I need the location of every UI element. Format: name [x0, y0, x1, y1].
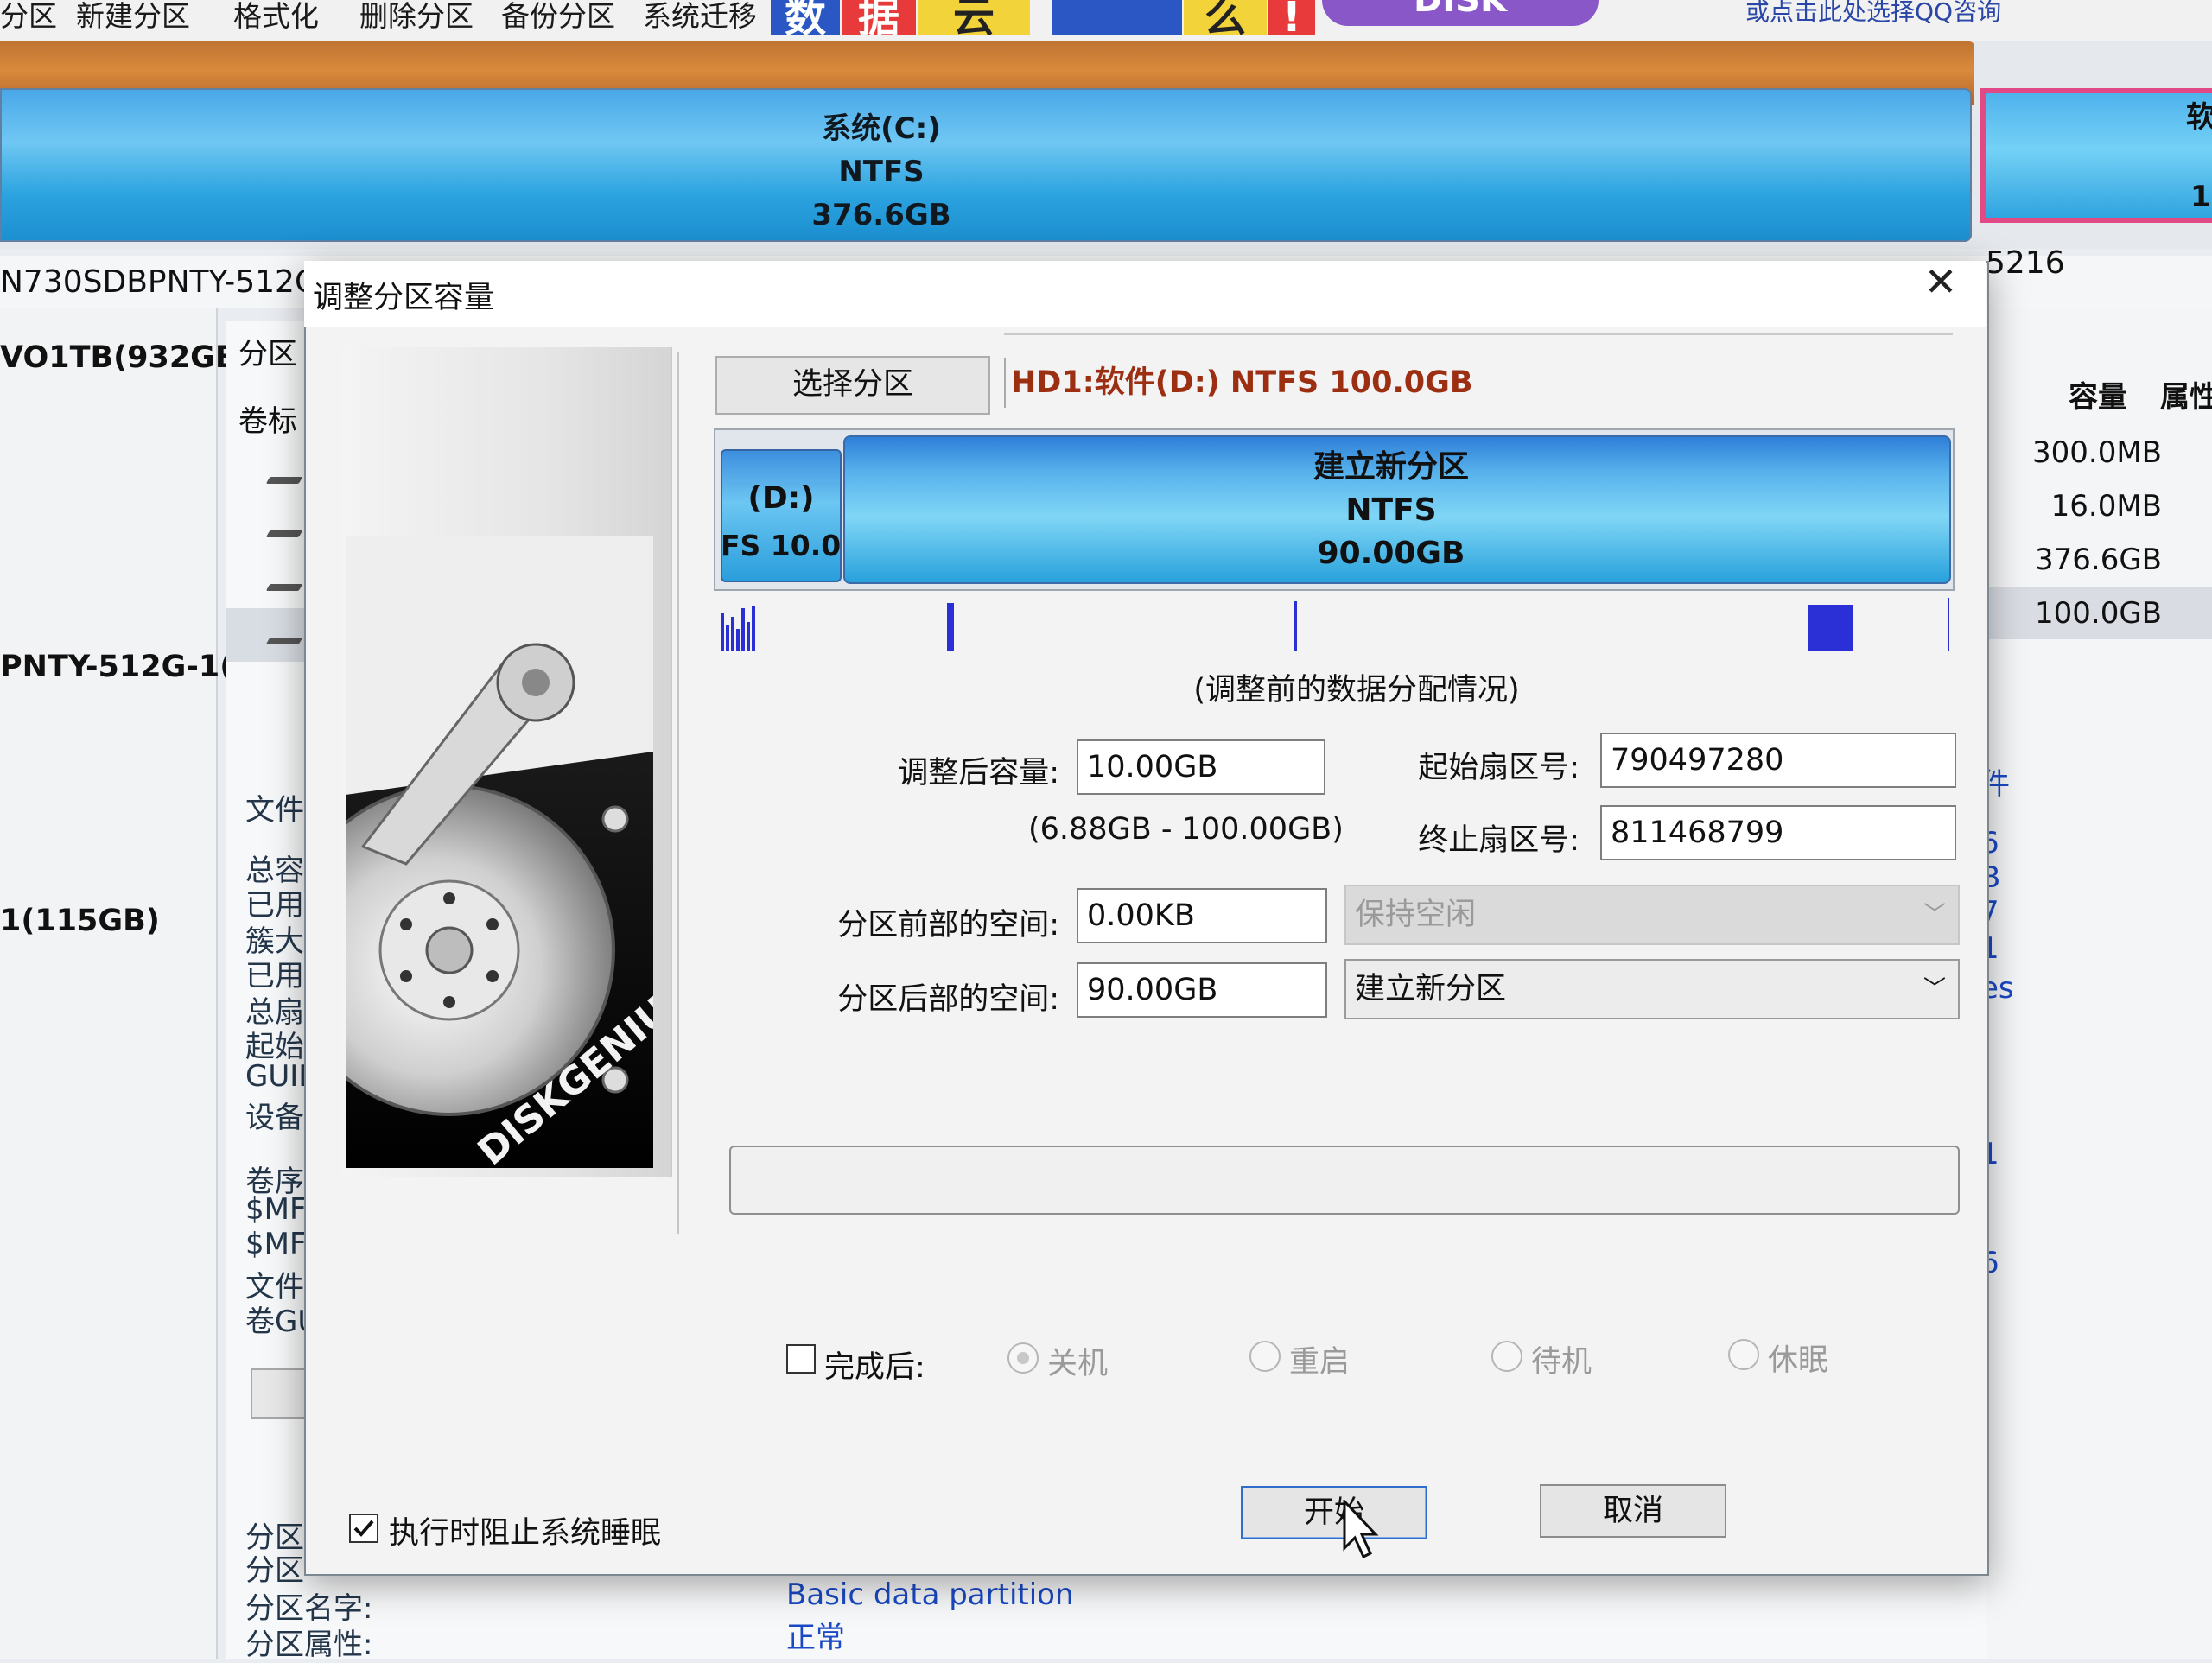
tree-item-disk1[interactable]: PNTY-512G-1(	[0, 650, 233, 684]
after-space-label: 分区后部的空间:	[837, 982, 1059, 1017]
partition-c-name: 系统(C:)	[822, 111, 941, 146]
size-range-hint: (6.88GB - 100.00GB)	[1028, 812, 1344, 847]
end-sector-input[interactable]	[1600, 805, 1956, 860]
partition-c-fs: NTFS	[838, 155, 925, 189]
toolbar-backup-partition[interactable]: 备份分区	[501, 0, 615, 33]
new-partition-label: 建立新分区 NTFS 90.00GB	[1218, 446, 1564, 575]
drive-icon	[265, 584, 303, 591]
selected-partition-info: HD1:软件(D:) NTFS 100.0GB	[1004, 358, 1951, 408]
tree-item-disk0[interactable]: VO1TB(932GB	[0, 340, 238, 375]
drive-icon	[265, 530, 303, 537]
data-allocation-map	[721, 598, 1949, 651]
after-done-checkbox[interactable]	[786, 1344, 816, 1374]
partition-next-size: 1	[2190, 180, 2211, 214]
partition-c-size: 376.6GB	[811, 198, 951, 232]
column-attribute[interactable]: 属性	[2160, 373, 2212, 416]
radio-hibernate-label: 休眠	[1768, 1343, 1829, 1378]
after-space-input[interactable]	[1077, 962, 1327, 1018]
logo-char-6: !	[1268, 0, 1315, 35]
hard-drive-illustration: DISKGENIUS	[346, 536, 653, 1168]
partition-next-block[interactable]	[1980, 88, 2212, 223]
toolbar-partition[interactable]: 分区	[0, 0, 57, 33]
qq-help-link[interactable]: 或点击此处选择QQ咨询	[1745, 0, 2001, 28]
progress-bar	[729, 1146, 1960, 1215]
logo-char-5: 么	[1184, 0, 1267, 35]
capacity-cell: 100.0GB	[2034, 596, 2162, 631]
tab-partitions[interactable]: 分区	[238, 330, 297, 372]
select-partition-button[interactable]: 选择分区	[715, 356, 990, 415]
radio-restart[interactable]	[1249, 1341, 1281, 1372]
logo-char-2: 据	[842, 0, 916, 35]
cancel-button[interactable]: 取消	[1540, 1484, 1726, 1538]
before-space-action-value: 保持空闲	[1355, 898, 1477, 932]
after-done-label: 完成后:	[824, 1350, 925, 1385]
close-icon[interactable]: ✕	[1915, 256, 1967, 308]
radio-shutdown[interactable]	[1007, 1342, 1039, 1374]
partition-d-size: FS 10.00	[721, 529, 842, 562]
partition-next-name: 软	[2186, 100, 2212, 135]
logo-char-3: 云	[918, 0, 1030, 35]
start-sector-input[interactable]	[1600, 733, 1956, 788]
dialog-titlebar[interactable]	[304, 261, 1986, 327]
partition-attr-value: 正常	[786, 1621, 845, 1655]
end-sector-label: 终止扇区号:	[1418, 823, 1580, 858]
main-toolbar: 分区 新建分区 格式化 删除分区 备份分区 系统迁移 数 据 云 么 ! DIS…	[0, 0, 2212, 42]
column-volume-label: 卷标	[238, 404, 297, 439]
radio-restart-label: 重启	[1289, 1345, 1351, 1380]
disk-info-tail: 5216	[1986, 245, 2065, 281]
tree-item-disk2[interactable]: 1(115GB)	[0, 904, 160, 938]
partition-c-label: 系统(C:) NTFS 376.6GB	[760, 107, 1002, 237]
radio-hibernate[interactable]	[1728, 1339, 1759, 1370]
new-partition-size: 90.00GB	[1317, 536, 1465, 571]
drive-icon	[265, 638, 303, 644]
after-space-action-value: 建立新分区	[1355, 972, 1507, 1006]
new-partition-name: 建立新分区	[1313, 449, 1469, 485]
capacity-cell: 376.6GB	[2034, 543, 2162, 577]
radio-selected-dot	[1017, 1352, 1029, 1364]
allocation-caption: (调整前的数据分配情况)	[1193, 673, 1520, 708]
start-sector-label: 起始扇区号:	[1418, 751, 1580, 785]
info-label: 分区	[245, 1553, 304, 1588]
logo-char-1: 数	[771, 0, 840, 35]
header-divider	[1004, 333, 1953, 335]
before-space-label: 分区前部的空间:	[837, 908, 1059, 943]
toolbar-format[interactable]: 格式化	[233, 0, 319, 33]
drive-icon	[265, 477, 303, 484]
start-button[interactable]: 开始	[1241, 1486, 1427, 1539]
radio-standby-label: 待机	[1531, 1345, 1592, 1380]
prevent-sleep-label: 执行时阻止系统睡眠	[389, 1516, 662, 1551]
prevent-sleep-checkbox[interactable]	[349, 1514, 378, 1543]
partition-name-value: Basic data partition	[786, 1577, 1074, 1612]
capacity-cell: 16.0MB	[2050, 489, 2162, 524]
partition-d-name: (D:)	[747, 480, 815, 516]
disk-banner: DISK	[1322, 0, 1599, 26]
before-space-action-select[interactable]: 保持空闲 ﹀	[1344, 885, 1960, 945]
partition-attr-label: 分区属性:	[245, 1628, 373, 1662]
disk-model-text: N730SDBPNTY-512G	[0, 264, 319, 300]
checkmark-icon	[353, 1520, 374, 1537]
dialog-separator	[677, 352, 679, 1234]
toolbar-system-migration[interactable]: 系统迁移	[643, 0, 757, 33]
chevron-down-icon: ﹀	[1923, 902, 1946, 928]
mouse-cursor-icon	[1343, 1500, 1379, 1559]
new-partition-fs: NTFS	[1345, 492, 1437, 528]
toolbar-new-partition[interactable]: 新建分区	[76, 0, 190, 33]
dialog-title: 调整分区容量	[313, 281, 495, 315]
before-space-input[interactable]	[1077, 888, 1327, 943]
capacity-cell: 300.0MB	[2032, 435, 2162, 470]
chevron-down-icon: ﹀	[1923, 976, 1946, 1002]
after-space-action-select[interactable]: 建立新分区 ﹀	[1344, 959, 1960, 1019]
disk-tree-panel: VO1TB(932GB PNTY-512G-1( 1(115GB)	[0, 308, 238, 1659]
column-capacity[interactable]: 容量	[2069, 373, 2127, 416]
logo-char-4	[1052, 0, 1182, 35]
radio-standby[interactable]	[1491, 1341, 1522, 1372]
radio-shutdown-label: 关机	[1047, 1347, 1109, 1381]
new-size-label: 调整后容量:	[898, 756, 1059, 790]
toolbar-delete-partition[interactable]: 删除分区	[359, 0, 474, 33]
new-size-input[interactable]	[1077, 739, 1325, 795]
